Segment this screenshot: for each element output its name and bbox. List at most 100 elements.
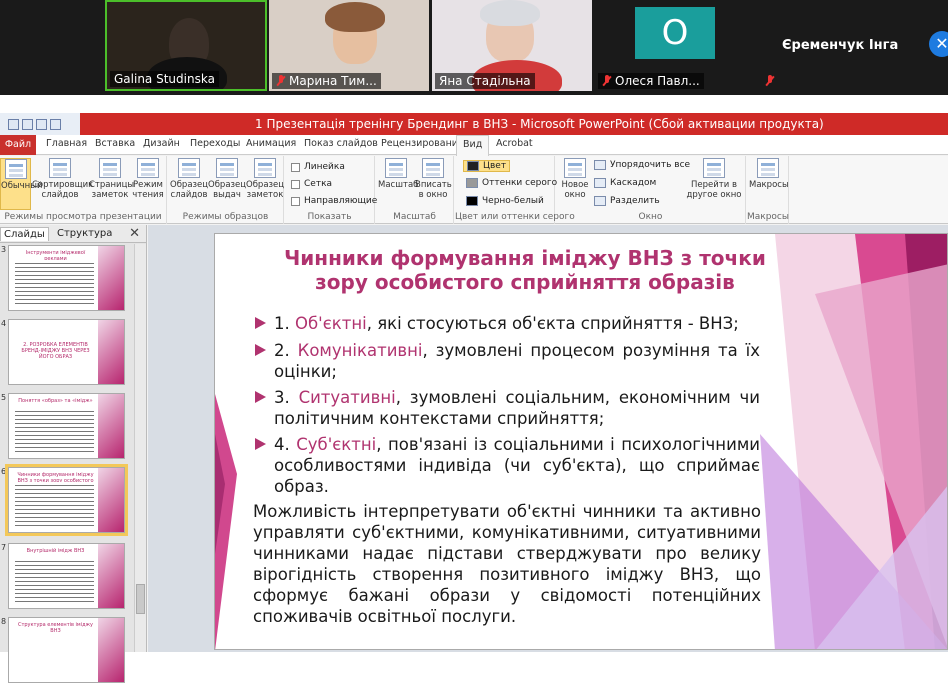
- bullet-arrow-icon: [255, 438, 266, 450]
- ribbon: Обычный Сортировщик слайдов Страницы зам…: [0, 156, 948, 224]
- participant-tile[interactable]: Марина Тим...: [269, 0, 429, 91]
- group-macros: Макросы Макросы: [747, 156, 789, 224]
- zoom-participant-strip: Galina Studinska Марина Тим... Яна Стаді…: [0, 0, 948, 95]
- split-button[interactable]: Разделить: [594, 196, 660, 206]
- slide-canvas[interactable]: Чинники формування іміджу ВНЗ з точки зо…: [214, 233, 948, 650]
- pane-tabs: Слайды Структура ✕: [0, 225, 146, 243]
- group-master-views: Образец слайдов Образец выдач Образец за…: [168, 156, 284, 224]
- normal-view-button[interactable]: Обычный: [0, 158, 42, 210]
- group-zoom: Масштаб Вписать в окно Масштаб: [376, 156, 454, 224]
- tab-view[interactable]: Вид: [456, 135, 490, 156]
- notes-master-button[interactable]: Образец заметок: [246, 158, 284, 200]
- save-icon[interactable]: [8, 118, 19, 130]
- notes-page-button[interactable]: Страницы заметок: [89, 158, 134, 200]
- macros-button[interactable]: Макросы: [749, 158, 789, 190]
- bullet-item: 4. Суб'єктні, пов'язані із соціальними і…: [255, 434, 760, 497]
- participant-tile[interactable]: Galina Studinska: [105, 0, 267, 91]
- participant-name-large: Єременчук Інга: [782, 38, 899, 53]
- group-label: Цвет или оттенки серого: [455, 212, 575, 222]
- participant-tile[interactable]: Яна Стадільна: [432, 0, 592, 91]
- participant-avatar: О: [635, 7, 715, 59]
- muted-mic-icon: [276, 75, 286, 87]
- slide-sorter-button[interactable]: Сортировщик слайдов: [32, 158, 93, 200]
- redo-icon[interactable]: [36, 118, 47, 130]
- tab-insert[interactable]: Вставка: [95, 138, 135, 149]
- participant-name: Galina Studinska: [110, 71, 219, 87]
- title-bar: 1 Презентація тренінгу Брендинг в ВНЗ - …: [0, 113, 948, 135]
- window-title: 1 Презентація тренінгу Брендинг в ВНЗ - …: [255, 117, 824, 131]
- slide-master-button[interactable]: Образец слайдов: [170, 158, 208, 200]
- participant-tile[interactable]: Єременчук Інга: [758, 0, 928, 91]
- handout-master-button[interactable]: Образец выдач: [208, 158, 246, 200]
- ribbon-tabs: Файл Главная Вставка Дизайн Переходы Ани…: [0, 135, 948, 156]
- bullet-arrow-icon: [255, 317, 266, 329]
- close-icon[interactable]: ✕: [929, 31, 948, 57]
- grid-checkbox[interactable]: Сетка: [291, 179, 332, 189]
- slide-title: Чинники формування іміджу ВНЗ з точки зо…: [284, 246, 766, 294]
- group-presentation-views: Обычный Сортировщик слайдов Страницы зам…: [0, 156, 167, 224]
- tab-home[interactable]: Главная: [46, 138, 87, 149]
- tab-file[interactable]: Файл: [0, 135, 36, 155]
- reading-view-button[interactable]: Режим чтения: [132, 158, 164, 200]
- tab-slides[interactable]: Слайды: [0, 227, 49, 241]
- muted-mic-icon: [765, 75, 775, 87]
- slides-scrollbar[interactable]: [134, 244, 146, 652]
- cascade-icon: [594, 178, 606, 188]
- bullet-arrow-icon: [255, 391, 266, 403]
- black-white-button[interactable]: Черно-белый: [466, 196, 544, 206]
- color-button[interactable]: Цвет: [463, 160, 511, 172]
- notes-page-icon: [99, 158, 121, 178]
- black-white-icon: [466, 196, 478, 206]
- group-show: Линейка Сетка Направляющие Показать: [285, 156, 377, 224]
- fit-window-icon: [422, 158, 444, 178]
- guides-checkbox[interactable]: Направляющие: [291, 196, 377, 206]
- macros-icon: [757, 158, 779, 178]
- tab-review[interactable]: Рецензирование: [381, 138, 464, 149]
- checkbox-icon: [291, 162, 300, 172]
- tab-animation[interactable]: Анимация: [246, 138, 296, 149]
- ruler-checkbox[interactable]: Линейка: [291, 162, 345, 172]
- switch-window-button[interactable]: Перейти в другое окно: [684, 158, 744, 200]
- tab-design[interactable]: Дизайн: [143, 138, 180, 149]
- cascade-button[interactable]: Каскадом: [594, 178, 656, 188]
- slides-pane: Слайды Структура ✕ 3 Інструменти іміджево…: [0, 225, 147, 683]
- bullet-item: 3. Ситуативні, зумовлені соціальним, еко…: [255, 387, 760, 429]
- bullet-item: 1. Об'єктні, які стосуються об'єкта спри…: [255, 313, 760, 334]
- close-icon[interactable]: ✕: [129, 226, 140, 241]
- handout-master-icon: [216, 158, 238, 178]
- slide-master-icon: [178, 158, 200, 178]
- tab-acrobat[interactable]: Acrobat: [496, 138, 533, 149]
- participant-name: Яна Стадільна: [435, 73, 535, 89]
- tab-slideshow[interactable]: Показ слайдов: [304, 138, 378, 149]
- arrange-all-button[interactable]: Упорядочить все: [594, 160, 690, 170]
- powerpoint-window: 1 Презентація тренінгу Брендинг в ВНЗ - …: [0, 113, 948, 683]
- customize-icon[interactable]: [50, 118, 61, 130]
- group-label: Макросы: [747, 212, 789, 222]
- new-window-button[interactable]: Новое окно: [559, 158, 591, 200]
- color-icon: [467, 161, 479, 171]
- checkbox-icon: [291, 179, 300, 189]
- group-label: Показать: [307, 212, 352, 222]
- group-label: Режимы образцов: [182, 212, 269, 222]
- group-label: Режимы просмотра презентации: [4, 212, 162, 222]
- fit-window-button[interactable]: Вписать в окно: [415, 158, 452, 200]
- undo-icon[interactable]: [22, 118, 33, 130]
- group-label: Окно: [638, 212, 663, 222]
- bullet-arrow-icon: [255, 344, 266, 356]
- slide-paragraph: Можливість інтерпретувати об'єктні чинни…: [253, 502, 761, 626]
- slide-editor: Чинники формування іміджу ВНЗ з точки зо…: [148, 225, 948, 652]
- tab-transitions[interactable]: Переходы: [190, 138, 240, 149]
- reading-view-icon: [137, 158, 159, 178]
- grayscale-button[interactable]: Оттенки серого: [466, 178, 557, 188]
- muted-mic-icon: [602, 75, 612, 87]
- group-color: Цвет Оттенки серого Черно-белый Цвет или…: [455, 156, 575, 224]
- slide-sorter-icon: [49, 158, 71, 178]
- group-window: Новое окно Упорядочить все Каскадом Разд…: [556, 156, 746, 224]
- zoom-button[interactable]: Масштаб: [378, 158, 418, 190]
- scroll-thumb[interactable]: [136, 584, 145, 614]
- group-label: Масштаб: [393, 212, 436, 222]
- checkbox-icon: [291, 196, 300, 206]
- tab-outline[interactable]: Структура: [54, 227, 115, 240]
- grayscale-icon: [466, 178, 478, 188]
- participant-tile[interactable]: О Олеся Павл...: [595, 0, 755, 91]
